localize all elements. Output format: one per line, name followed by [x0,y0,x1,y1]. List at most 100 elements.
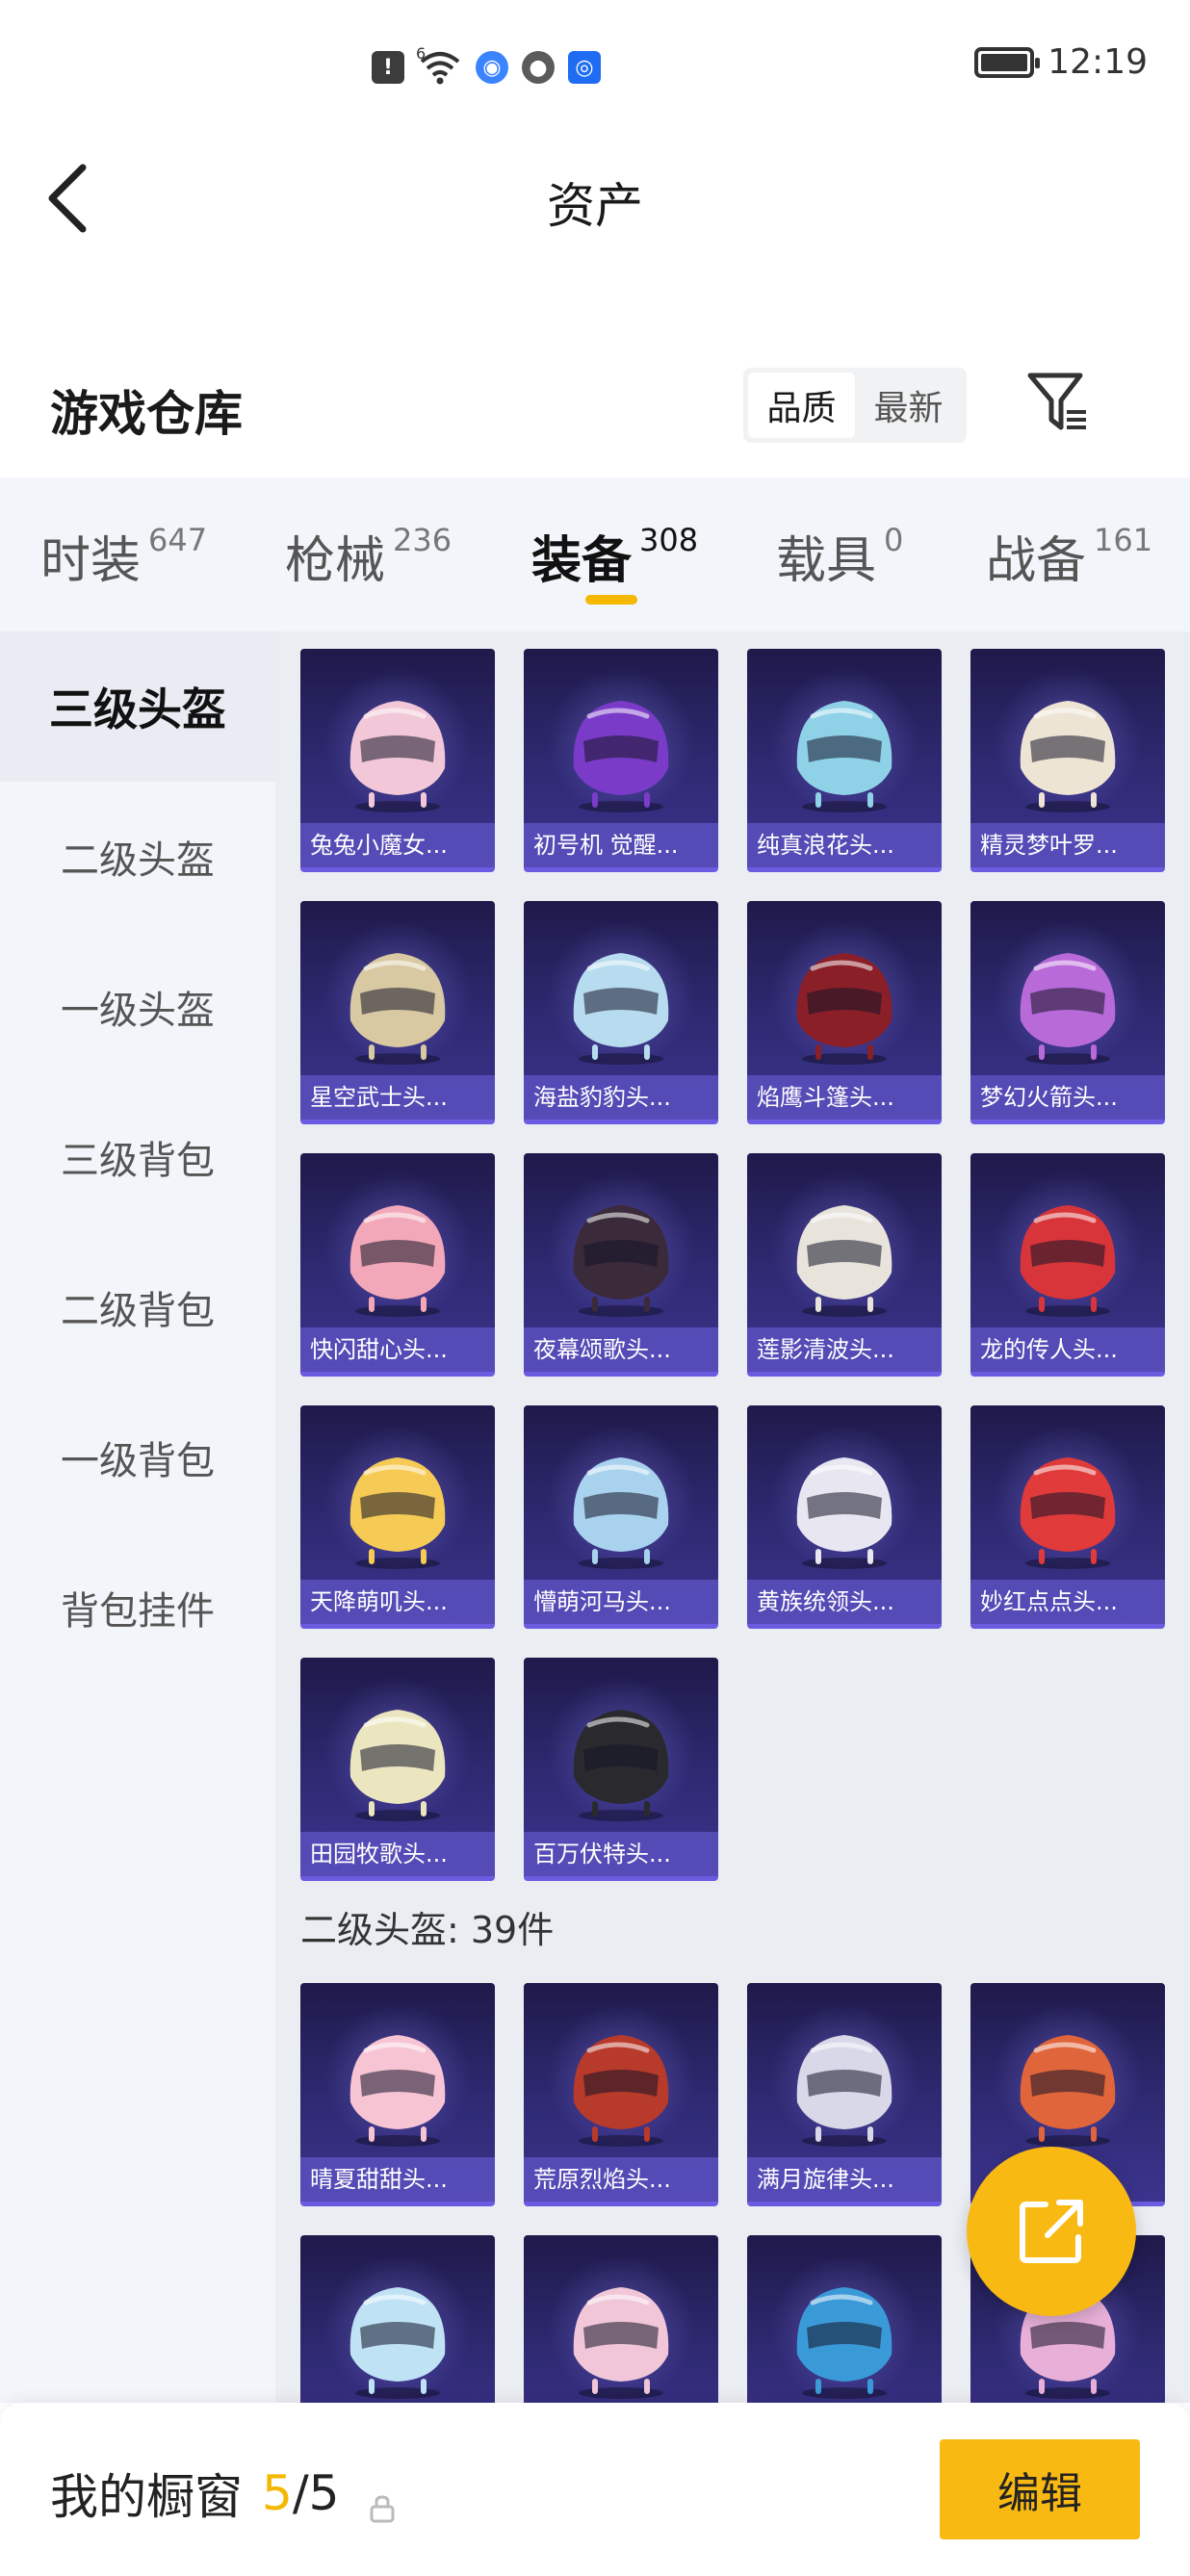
item-name: 快闪甜心头... [300,1327,495,1372]
item-name: 满月旋律头... [747,2157,942,2202]
filter-button[interactable] [1026,370,1090,437]
alert-icon: ! [372,51,404,84]
item-card[interactable]: 妙红点点头... [970,1405,1165,1629]
sidebar-item-level1-backpack[interactable]: 一级背包 [0,1382,275,1533]
sidebar-item-level2-backpack[interactable]: 二级背包 [0,1232,275,1382]
sidebar-item-level3-helmet[interactable]: 三级头盔 [0,631,275,782]
status-icons: ! 6 ◉ ● ◎ [372,44,601,89]
battery-icon [974,46,1041,78]
item-name: 兔兔小魔女... [300,823,495,867]
item-card[interactable]: 黄族统领头... [747,1405,942,1629]
item-name: 百万伏特头... [524,1832,718,1876]
tab-label: 时装 [40,532,142,590]
tab-count: 0 [884,522,904,558]
tab-equipment[interactable]: 装备 308 [531,520,698,592]
item-name: 星空武士头... [300,1075,495,1120]
sidebar-item-backpack-pendant[interactable]: 背包挂件 [0,1533,275,1683]
showcase-current: 5 [262,2465,293,2521]
item-name: 天降萌叽头... [300,1580,495,1624]
item-card[interactable] [300,2235,495,2403]
browser-icon: ◉ [476,51,508,84]
item-name: 初号机 觉醒... [524,823,718,867]
wechat-icon: ● [522,51,555,84]
tab-label: 枪械 [285,532,386,590]
sidebar-item-level3-backpack[interactable]: 三级背包 [0,1082,275,1232]
filter-icon [1027,373,1086,430]
edit-button[interactable]: 编辑 [940,2439,1140,2539]
item-card[interactable]: 满月旋律头... [747,1983,942,2206]
item-name: 晴夏甜甜头... [300,2157,495,2202]
warehouse-title: 游戏仓库 [50,386,243,442]
item-name: 荒原烈焰头... [524,2157,718,2202]
share-button[interactable] [967,2147,1136,2316]
item-card[interactable]: 天降萌叽头... [300,1405,495,1629]
showcase-total: /5 [292,2465,340,2521]
item-name: 田园牧歌头... [300,1832,495,1876]
wifi-icon: 6 [416,44,462,87]
tab-count: 308 [639,522,699,558]
page-title: 资产 [547,178,643,234]
item-card[interactable]: 百万伏特头... [524,1658,718,1881]
lock-icon [368,2479,397,2523]
tab-vehicles[interactable]: 载具 0 [776,520,903,592]
item-card[interactable]: 星空武士头... [300,901,495,1124]
section-title-level2: 二级头盔: 39件 [300,1909,555,1951]
item-card[interactable]: 海盐豹豹头... [524,901,718,1124]
tab-supplies[interactable]: 战备 161 [986,520,1152,592]
app-icon: ◎ [568,51,601,84]
tab-label: 战备 [986,532,1087,590]
sidebar-item-level1-helmet[interactable]: 一级头盔 [0,932,275,1082]
tab-guns[interactable]: 枪械 236 [285,520,452,592]
item-card[interactable]: 田园牧歌头... [300,1658,495,1881]
item-card[interactable]: 焰鹰斗篷头... [747,901,942,1124]
item-name: 龙的传人头... [970,1327,1165,1372]
showcase-bar: 我的橱窗 5/5 编辑 [0,2403,1190,2576]
category-tabs: 时装 647 枪械 236 装备 308 载具 0 战备 161 [0,477,1190,631]
item-card[interactable]: 快闪甜心头... [300,1153,495,1377]
tab-count: 236 [393,522,453,558]
sort-latest-button[interactable]: 最新 [855,373,962,438]
page-header: 资产 [0,135,1190,260]
item-grid: 兔兔小魔女... 初号机 觉醒... 纯真浪花头... 精灵梦叶罗... 星空武士头..… [275,631,1190,2403]
item-name: 焰鹰斗篷头... [747,1075,942,1120]
item-name: 黄族统领头... [747,1580,942,1624]
tab-label: 装备 [531,532,633,590]
item-card[interactable]: 懵萌河马头... [524,1405,718,1629]
sort-quality-button[interactable]: 品质 [748,373,855,438]
item-card[interactable]: 龙的传人头... [970,1153,1165,1377]
item-card[interactable]: 夜幕颂歌头... [524,1153,718,1377]
item-name: 妙红点点头... [970,1580,1165,1624]
item-name: 精灵梦叶罗... [970,823,1165,867]
tab-count: 161 [1094,522,1153,558]
status-bar: ! 6 ◉ ● ◎ 12:19 [0,0,1190,135]
item-name: 莲影清波头... [747,1327,942,1372]
tab-count: 647 [148,522,208,558]
item-name: 纯真浪花头... [747,823,942,867]
showcase-label: 我的橱窗 [50,2469,243,2525]
signal-superscript: 6 [416,44,427,63]
item-card[interactable]: 精灵梦叶罗... [970,649,1165,872]
item-name: 夜幕颂歌头... [524,1327,718,1372]
item-card[interactable]: 莲影清波头... [747,1153,942,1377]
item-card[interactable]: 初号机 觉醒... [524,649,718,872]
item-name: 海盐豹豹头... [524,1075,718,1120]
sidebar: 三级头盔 二级头盔 一级头盔 三级背包 二级背包 一级背包 背包挂件 [0,631,275,2403]
tab-fashion[interactable]: 时装 647 [40,520,207,592]
sidebar-item-level2-helmet[interactable]: 二级头盔 [0,782,275,932]
item-card[interactable]: 梦幻火箭头... [970,901,1165,1124]
sort-toggle: 品质 最新 [743,368,967,443]
item-card[interactable]: 晴夏甜甜头... [300,1983,495,2206]
item-name: 懵萌河马头... [524,1580,718,1624]
clock: 12:19 [1048,42,1148,82]
item-card[interactable]: 荒原烈焰头... [524,1983,718,2206]
share-icon [1020,2200,1083,2263]
tab-label: 载具 [776,532,877,590]
item-card[interactable]: 纯真浪花头... [747,649,942,872]
item-card[interactable] [524,2235,718,2403]
warehouse-toolbar: 游戏仓库 品质 最新 [0,347,1190,462]
active-tab-indicator [585,595,637,605]
item-card[interactable]: 兔兔小魔女... [300,649,495,872]
item-card[interactable] [747,2235,942,2403]
item-name: 梦幻火箭头... [970,1075,1165,1120]
showcase-count: 5/5 [262,2465,339,2521]
